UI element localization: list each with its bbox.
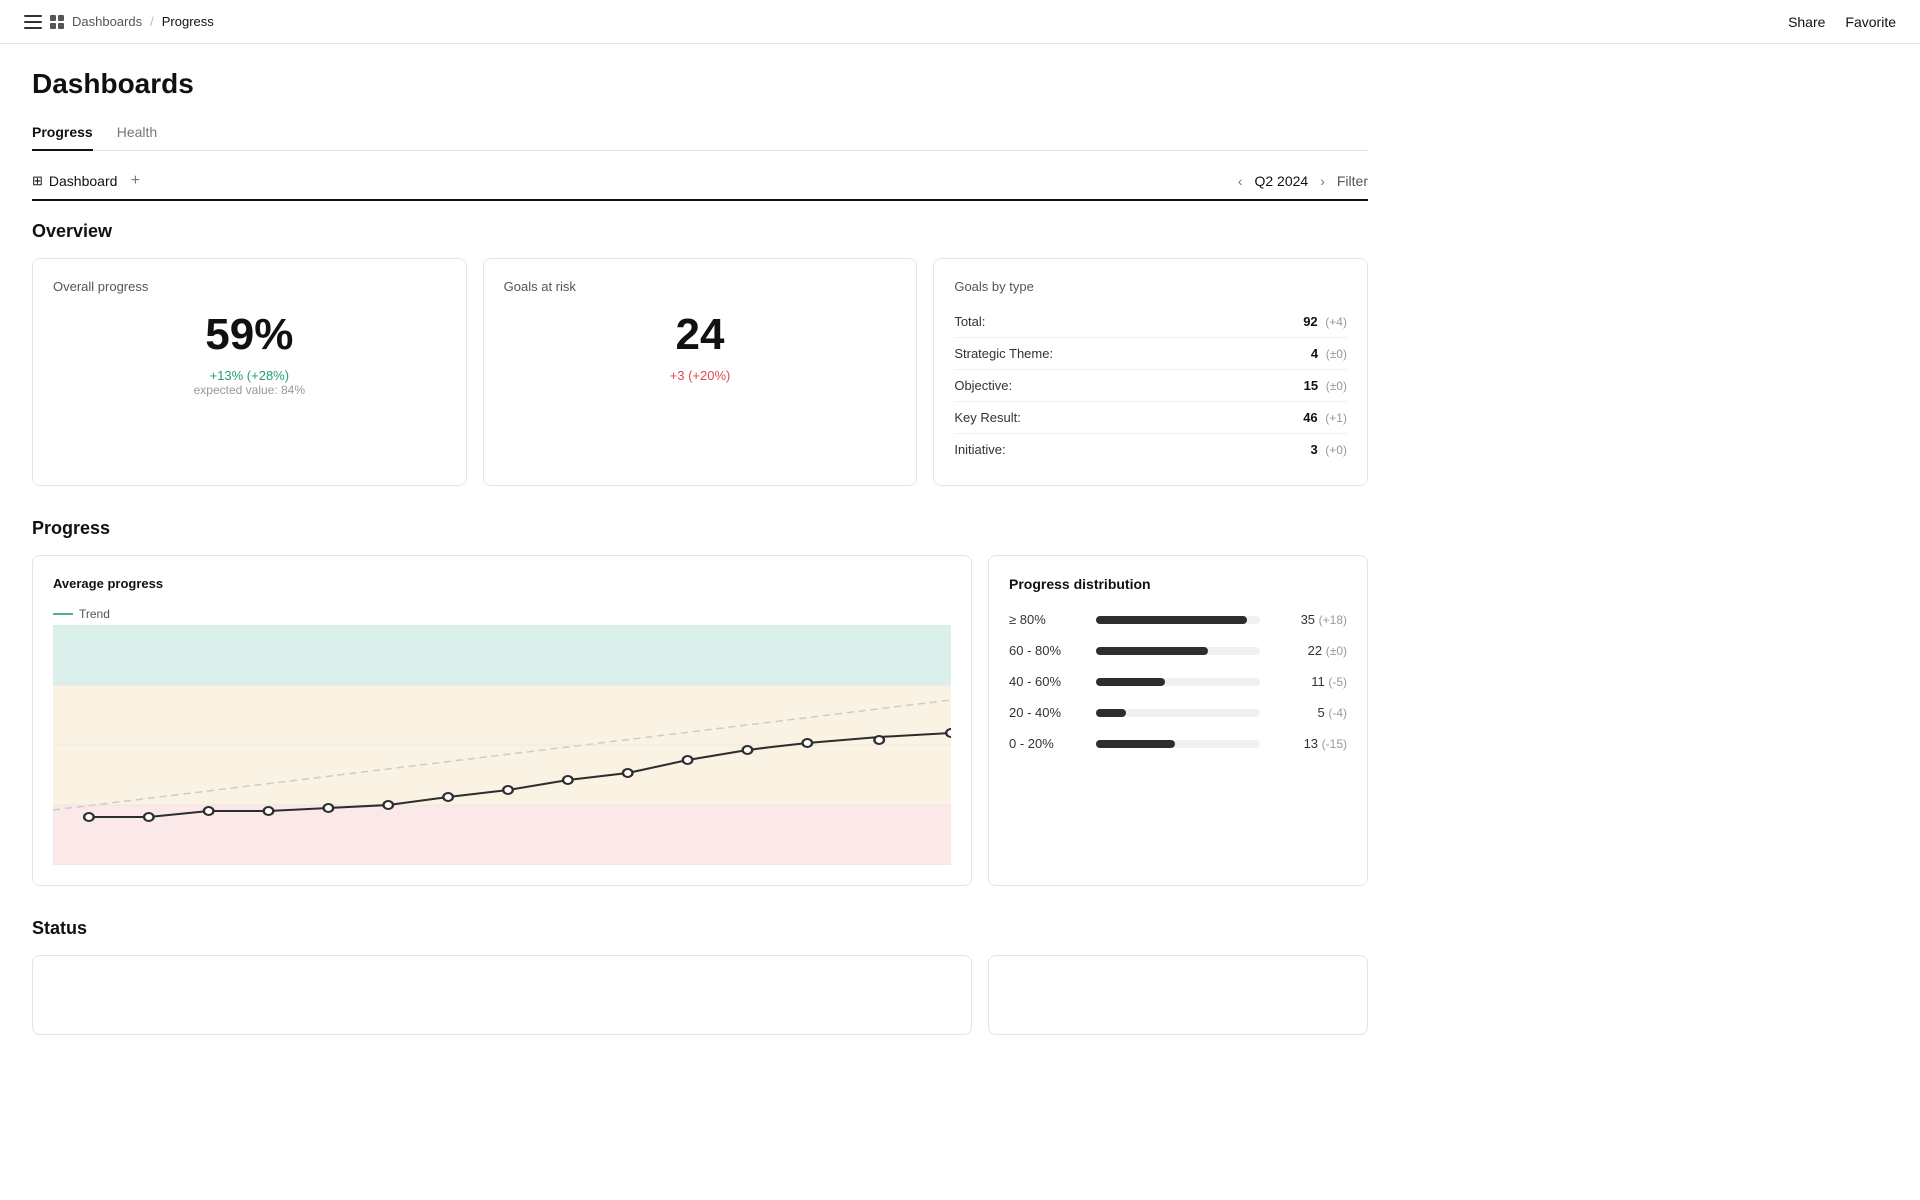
menu-icon[interactable] — [24, 15, 42, 29]
dist-count: 11 (-5) — [1272, 674, 1347, 689]
breadcrumb-area: Dashboards / Progress — [24, 14, 214, 29]
status-section: Status — [32, 918, 1368, 1035]
progress-distribution-card: Progress distribution ≥ 80% 35 (+18) 60 … — [988, 555, 1368, 886]
dist-range-label: 0 - 20% — [1009, 736, 1084, 751]
page-title: Dashboards — [32, 68, 1368, 100]
goals-type-value: 46 (+1) — [1303, 410, 1347, 425]
distribution-row: 60 - 80% 22 (±0) — [1009, 643, 1347, 658]
goals-by-type-card: Goals by type Total: 92 (+4) Strategic T… — [933, 258, 1368, 486]
goals-type-value: 3 (+0) — [1310, 442, 1347, 457]
next-period-button[interactable]: › — [1316, 173, 1329, 189]
favorite-button[interactable]: Favorite — [1845, 14, 1896, 30]
status-card-right — [988, 955, 1368, 1035]
dist-count: 35 (+18) — [1272, 612, 1347, 627]
dist-count: 13 (-15) — [1272, 736, 1347, 751]
overview-section-title: Overview — [32, 221, 1368, 242]
dist-bar-container — [1096, 678, 1260, 686]
average-progress-chart-card: Average progress Trend — [32, 555, 972, 886]
tab-progress[interactable]: Progress — [32, 116, 93, 150]
goals-type-label: Key Result: — [954, 410, 1020, 425]
goals-type-row: Key Result: 46 (+1) — [954, 402, 1347, 434]
dist-range-label: 60 - 80% — [1009, 643, 1084, 658]
overall-progress-expected: expected value: 84% — [53, 383, 446, 397]
progress-section: Progress Average progress Trend — [32, 518, 1368, 886]
share-button[interactable]: Share — [1788, 14, 1825, 30]
goals-type-row: Total: 92 (+4) — [954, 306, 1347, 338]
progress-charts: Average progress Trend — [32, 555, 1368, 886]
distribution-row: 40 - 60% 11 (-5) — [1009, 674, 1347, 689]
main-tabs: Progress Health — [32, 116, 1368, 151]
add-dashboard-button[interactable]: + — [125, 171, 145, 191]
goals-at-risk-delta: +3 (+20%) — [504, 368, 897, 383]
dist-count: 22 (±0) — [1272, 643, 1347, 658]
dashboard-toolbar: ⊞ Dashboard + ‹ Q2 2024 › Filter — [32, 171, 1368, 201]
dist-bar-container — [1096, 616, 1260, 624]
prev-period-button[interactable]: ‹ — [1234, 173, 1247, 189]
dist-bar — [1096, 709, 1126, 717]
dist-bar-container — [1096, 740, 1260, 748]
dashboard-grid-icon: ⊞ — [32, 173, 43, 189]
goals-by-type-rows: Total: 92 (+4) Strategic Theme: 4 (±0) O… — [954, 306, 1347, 465]
top-navigation: Dashboards / Progress Share Favorite — [0, 0, 1920, 44]
goals-type-value: 15 (±0) — [1304, 378, 1347, 393]
status-card-left — [32, 955, 972, 1035]
trend-legend-label: Trend — [79, 607, 110, 621]
filter-button[interactable]: Filter — [1337, 173, 1368, 189]
dist-bar — [1096, 616, 1247, 624]
chart-svg: 100 % 75 % 50 % 25 % 0 % — [53, 625, 951, 865]
dist-range-label: ≥ 80% — [1009, 612, 1084, 627]
dist-range-label: 20 - 40% — [1009, 705, 1084, 720]
dist-bar-container — [1096, 647, 1260, 655]
grid-icon — [50, 15, 64, 29]
overall-progress-delta: +13% (+28%) — [53, 368, 446, 383]
chart-legend: Trend — [53, 607, 951, 621]
average-progress-chart-title: Average progress — [53, 576, 951, 591]
distribution-row: ≥ 80% 35 (+18) — [1009, 612, 1347, 627]
goals-type-label: Objective: — [954, 378, 1012, 393]
progress-distribution-title: Progress distribution — [1009, 576, 1347, 592]
toolbar-left: ⊞ Dashboard + — [32, 171, 145, 191]
goals-at-risk-card: Goals at risk 24 +3 (+20%) — [483, 258, 918, 486]
breadcrumb-sep: / — [150, 14, 154, 29]
goals-type-row: Objective: 15 (±0) — [954, 370, 1347, 402]
overview-cards: Overall progress 59% +13% (+28%) expecte… — [32, 258, 1368, 486]
goals-type-label: Initiative: — [954, 442, 1005, 457]
distribution-row: 0 - 20% 13 (-15) — [1009, 736, 1347, 751]
dist-bar-container — [1096, 709, 1260, 717]
goals-by-type-title: Goals by type — [954, 279, 1347, 294]
overall-progress-card: Overall progress 59% +13% (+28%) expecte… — [32, 258, 467, 486]
goals-type-value: 4 (±0) — [1311, 346, 1347, 361]
goals-type-label: Strategic Theme: — [954, 346, 1053, 361]
distribution-row: 20 - 40% 5 (-4) — [1009, 705, 1347, 720]
breadcrumb-progress: Progress — [162, 14, 214, 29]
breadcrumb-dashboards[interactable]: Dashboards — [72, 14, 142, 29]
status-section-title: Status — [32, 918, 1368, 939]
period-label: Q2 2024 — [1254, 173, 1308, 189]
tab-health[interactable]: Health — [117, 116, 157, 150]
main-content: Dashboards Progress Health ⊞ Dashboard +… — [0, 44, 1400, 1059]
status-cards — [32, 955, 1368, 1035]
trend-legend-line — [53, 613, 73, 615]
goals-type-row: Strategic Theme: 4 (±0) — [954, 338, 1347, 370]
top-nav-actions: Share Favorite — [1788, 14, 1896, 30]
goals-type-value: 92 (+4) — [1303, 314, 1347, 329]
goals-at-risk-title: Goals at risk — [504, 279, 897, 294]
dist-bar — [1096, 647, 1208, 655]
goals-type-row: Initiative: 3 (+0) — [954, 434, 1347, 465]
dist-bar — [1096, 740, 1175, 748]
dist-bar — [1096, 678, 1165, 686]
goals-type-label: Total: — [954, 314, 985, 329]
dist-count: 5 (-4) — [1272, 705, 1347, 720]
progress-section-title: Progress — [32, 518, 1368, 539]
distribution-rows: ≥ 80% 35 (+18) 60 - 80% 22 (±0) 40 - 60%… — [1009, 612, 1347, 751]
overall-progress-title: Overall progress — [53, 279, 446, 294]
toolbar-right: ‹ Q2 2024 › Filter — [1234, 173, 1368, 189]
chart-svg-container: 100 % 75 % 50 % 25 % 0 % — [53, 625, 951, 865]
dist-range-label: 40 - 60% — [1009, 674, 1084, 689]
overall-progress-value: 59% — [53, 310, 446, 360]
dashboard-tab[interactable]: ⊞ Dashboard — [32, 173, 117, 189]
goals-at-risk-value: 24 — [504, 310, 897, 360]
dashboard-tab-label: Dashboard — [49, 173, 118, 189]
